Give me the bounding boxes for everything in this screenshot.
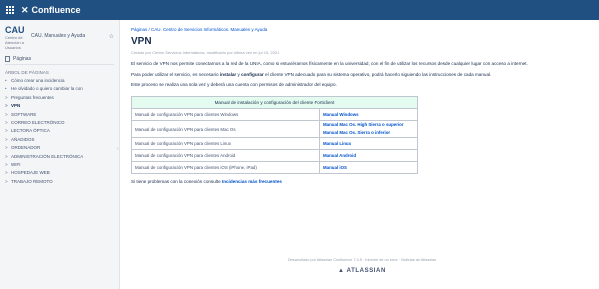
table-row: Manual de configuración VPN para cliente… (131, 161, 418, 174)
space-logo[interactable]: CAU Centro de Atención a Usuarios (5, 26, 27, 51)
frequent-incidents-link[interactable]: Incidencias más frecuentes (222, 179, 282, 184)
tree-item-e-administration[interactable]: > ADMINISTRACIÓN ELECTRÓNICA (5, 154, 114, 159)
tree-item-computer[interactable]: > ORDENADOR (5, 145, 114, 150)
page-tree-header: ÁRBOL DE PÁGINAS (5, 70, 49, 75)
table-row: Manual de configuración VPN para cliente… (131, 137, 418, 150)
row-description: Manual de configuración VPN para cliente… (131, 149, 320, 162)
manual-ios-link[interactable]: Manual iOS (323, 164, 414, 172)
tree-item-wifi[interactable]: > WIFI (5, 162, 114, 167)
atlassian-logo-mark-icon: ▲ (338, 268, 345, 274)
row-description: Manual de configuración VPN para cliente… (131, 120, 320, 138)
sidebar-item-pages[interactable]: Páginas (5, 54, 114, 65)
tree-item-addons[interactable]: > AÑADIDOS (5, 137, 114, 142)
main-content: Páginas / CAU. Centro de Servicios Infor… (131, 27, 593, 184)
tree-item-vpn[interactable]: > VPN (5, 103, 114, 108)
configure-keyword: configurar (241, 71, 264, 77)
sidebar: CAU Centro de Atención a Usuarios CAU. M… (0, 20, 120, 289)
manual-windows-link[interactable]: Manual Windows (323, 111, 414, 119)
confluence-icon: ✕ (21, 4, 29, 15)
page-icon (5, 56, 10, 62)
install-paragraph: Para poder utilizar el servicio, es nece… (131, 71, 492, 77)
incidents-note: Si tiene problemas con la conexión consu… (131, 179, 282, 184)
space-header: CAU Centro de Atención a Usuarios CAU. M… (5, 26, 114, 51)
tree-item-software[interactable]: > SOFTWARE (5, 112, 114, 117)
tree-item-forgot-password[interactable]: • He olvidado o quiero cambiar la con (5, 86, 114, 91)
space-name[interactable]: CAU. Manuales y Ayuda (31, 33, 105, 39)
row-description: Manual de configuración VPN para cliente… (131, 161, 320, 174)
row-description: Manual de configuración VPN para cliente… (131, 108, 320, 121)
install-keyword: instalar (219, 71, 237, 77)
manual-linux-link[interactable]: Manual Linux (323, 140, 414, 148)
space-logo-subtitle: Centro de Atención a Usuarios (5, 35, 24, 50)
tree-item-create-incident[interactable]: • Cómo crear una incidencia (5, 78, 114, 83)
footer-links[interactable]: Desarrollado por Atlassian Confluence 7.… (131, 258, 593, 262)
manuals-table: Manual de instalación y configuración de… (131, 96, 418, 174)
confluence-logo[interactable]: ✕ Confluence (21, 5, 81, 16)
intro-paragraph: El servicio de VPN nos permite conectarn… (131, 61, 528, 66)
tree-item-web-hosting[interactable]: > HOSPEDAJE WEB (5, 170, 114, 175)
app-name: Confluence (31, 5, 81, 15)
manuals-table-header: Manual de instalación y configuración de… (131, 96, 418, 109)
tree-item-faq[interactable]: > Preguntas frecuentes (5, 95, 114, 100)
page-title: VPN (131, 36, 152, 47)
table-row: Manual de configuración VPN para cliente… (131, 120, 418, 138)
page-byline: Creado por Centro Servicios Informáticos… (131, 50, 280, 55)
breadcrumb: Páginas / CAU. Centro de Servicios Infor… (131, 27, 268, 32)
manual-macos-sierra-link[interactable]: Manual Mac Os. Sierra o inferior (323, 129, 414, 137)
manual-macos-high-sierra-link[interactable]: Manual Mac Os. High Sierra o superior (323, 121, 414, 129)
tree-item-optical-reader[interactable]: > LECTORA ÓPTICA (5, 128, 114, 133)
app-switcher-icon[interactable] (6, 5, 15, 15)
admin-paragraph: Este proceso se realiza una sola vez y d… (131, 82, 337, 87)
tree-item-email[interactable]: > CORREO ELECTRÓNICO (5, 120, 114, 125)
breadcrumb-item-pages[interactable]: Páginas (131, 27, 147, 32)
table-row: Manual de configuración VPN para cliente… (131, 149, 418, 162)
tree-item-remote-work[interactable]: > TRABAJO REMOTO (5, 179, 114, 184)
row-description: Manual de configuración VPN para cliente… (131, 137, 320, 150)
pages-label: Páginas (13, 56, 32, 62)
sidebar-collapse-handle[interactable]: ‹ (117, 146, 119, 152)
page-tree: • Cómo crear una incidencia • He olvidado … (5, 78, 114, 184)
page-footer: Desarrollado por Atlassian Confluence 7.… (131, 258, 593, 274)
table-row: Manual de configuración VPN para cliente… (131, 108, 418, 121)
star-icon[interactable]: ☆ (109, 33, 114, 40)
top-navigation-bar: ✕ Confluence (0, 0, 599, 20)
manual-android-link[interactable]: Manual Android (323, 152, 414, 160)
atlassian-logo[interactable]: ▲ ATLASSIAN (131, 268, 593, 274)
breadcrumb-item-space[interactable]: CAU. Centro de Servicios Informáticos. M… (151, 27, 267, 32)
